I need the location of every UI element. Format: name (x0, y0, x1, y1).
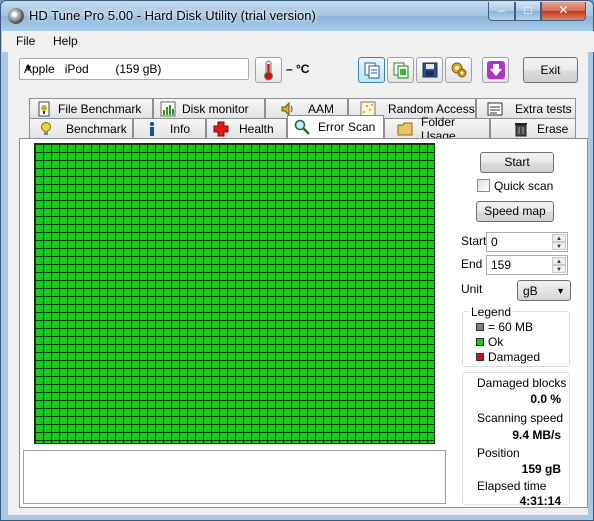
start-label: Start (461, 234, 487, 248)
copy-screenshot-button[interactable] (387, 57, 414, 83)
save-button[interactable] (416, 57, 443, 83)
speed-map-button[interactable]: Speed map (476, 201, 554, 222)
spin-buttons[interactable]: ▲ ▼ (552, 234, 566, 250)
scanning-speed-label: Scanning speed (477, 411, 564, 425)
position-label: Position (477, 446, 520, 460)
end-spinner[interactable]: 159 ▲ ▼ (486, 255, 568, 275)
disk-monitor-icon (160, 101, 176, 117)
app-window: HD Tune Pro 5.00 - Hard Disk Utility (tr… (0, 0, 594, 521)
damaged-blocks-label: Damaged blocks (477, 376, 567, 390)
menu-bar: File Help (2, 31, 594, 52)
tab-label: Benchmark (66, 121, 127, 136)
extra-tests-icon (487, 101, 503, 117)
file-benchmark-icon (36, 101, 52, 117)
tab-info[interactable]: Info (133, 118, 206, 138)
tab-health[interactable]: Health (206, 118, 287, 138)
start-spinner[interactable]: 0 ▲ ▼ (486, 232, 568, 252)
quick-scan-label: Quick scan (494, 179, 554, 193)
magnifier-icon (294, 119, 310, 135)
elapsed-time-value: 4:31:14 (519, 494, 561, 508)
end-label: End (461, 257, 483, 271)
legend-damaged: Damaged (488, 350, 541, 364)
legend-damaged-swatch (476, 353, 484, 361)
legend-ok: Ok (488, 335, 504, 349)
legend-ok-swatch (476, 338, 484, 346)
spin-up-icon[interactable]: ▲ (552, 257, 566, 265)
folder-icon (397, 121, 413, 137)
stats-group: Damaged blocks 0.0 % Scanning speed 9.4 … (462, 372, 570, 508)
spin-up-icon[interactable]: ▲ (552, 234, 566, 242)
minimize-button[interactable]: – (488, 2, 515, 21)
spin-down-icon[interactable]: ▼ (552, 242, 566, 250)
spin-down-icon[interactable]: ▼ (552, 265, 566, 273)
menu-help[interactable]: Help (53, 34, 78, 48)
trash-icon (513, 121, 529, 137)
chevron-down-icon: ▼ (24, 63, 33, 73)
options-icon (451, 62, 466, 78)
maximize-button[interactable]: □ (515, 2, 541, 21)
copy-info-button[interactable] (358, 57, 385, 83)
exit-button[interactable]: Exit (523, 57, 578, 83)
health-cross-icon (213, 121, 229, 137)
chevron-down-icon: ▼ (556, 286, 565, 296)
elapsed-time-label: Elapsed time (477, 479, 547, 493)
unit-value: gB (523, 284, 538, 298)
scanning-speed-value: 9.4 MB/s (512, 428, 561, 442)
lightbulb-icon (38, 121, 54, 137)
tab-label: Random Access (388, 101, 475, 116)
position-value: 159 gB (521, 462, 561, 476)
tab-label: Error Scan (318, 120, 376, 134)
legend-title: Legend (469, 305, 514, 319)
hd-tune-app-icon (8, 8, 24, 24)
error-scan-panel: Start Quick scan Speed map Start 0 ▲ ▼ En… (19, 138, 588, 508)
download-button[interactable] (482, 57, 509, 83)
tab-error-scan[interactable]: Error Scan (287, 115, 384, 138)
close-button[interactable]: ✕ (541, 2, 586, 21)
tab-benchmark[interactable]: Benchmark (29, 118, 133, 138)
menu-file[interactable]: File (16, 34, 35, 48)
start-button[interactable]: Start (480, 152, 554, 173)
unit-select[interactable]: gB ▼ (517, 280, 571, 301)
quick-scan-checkbox[interactable] (477, 179, 490, 192)
main-panel: Apple iPod (159 gB) ▼ – °C Exit File Ben… (8, 52, 588, 515)
spin-buttons[interactable]: ▲ ▼ (552, 257, 566, 273)
temperature-readout: – °C (286, 62, 310, 76)
tab-label: Health (239, 121, 274, 136)
end-value: 159 (491, 258, 512, 272)
legend-group: Legend = 60 MB Ok Damaged (462, 305, 570, 367)
drive-select[interactable]: Apple iPod (159 gB) ▼ (19, 58, 249, 80)
legend-block-size: = 60 MB (488, 320, 534, 334)
copy-screenshot-icon (393, 62, 408, 79)
tab-label: Extra tests (515, 101, 572, 116)
block-map-grid (34, 143, 435, 444)
options-button[interactable] (445, 57, 472, 83)
copy-info-icon (364, 62, 379, 79)
unit-label: Unit (461, 282, 483, 296)
tab-label: File Benchmark (58, 101, 142, 116)
tab-label: AAM (308, 101, 335, 116)
tab-extra-tests[interactable]: Extra tests (476, 98, 576, 118)
save-icon (422, 62, 437, 78)
tab-erase[interactable]: Erase (490, 118, 576, 138)
start-value: 0 (491, 235, 498, 249)
tab-label: Info (170, 121, 191, 136)
title-bar[interactable]: HD Tune Pro 5.00 - Hard Disk Utility (tr… (1, 1, 593, 31)
window-title: HD Tune Pro 5.00 - Hard Disk Utility (tr… (29, 8, 316, 23)
download-icon (486, 61, 505, 79)
damaged-blocks-value: 0.0 % (530, 392, 561, 406)
thermometer-icon (255, 57, 282, 83)
info-icon (144, 121, 160, 137)
tab-label: Disk monitor (182, 101, 249, 116)
tab-folder-usage[interactable]: Folder Usage (384, 115, 490, 143)
scan-log-box[interactable] (23, 450, 446, 504)
legend-block-swatch (476, 323, 484, 331)
tab-file-benchmark[interactable]: File Benchmark (29, 98, 153, 118)
tab-disk-monitor[interactable]: Disk monitor (153, 98, 265, 118)
tab-label: Erase (537, 121, 569, 136)
